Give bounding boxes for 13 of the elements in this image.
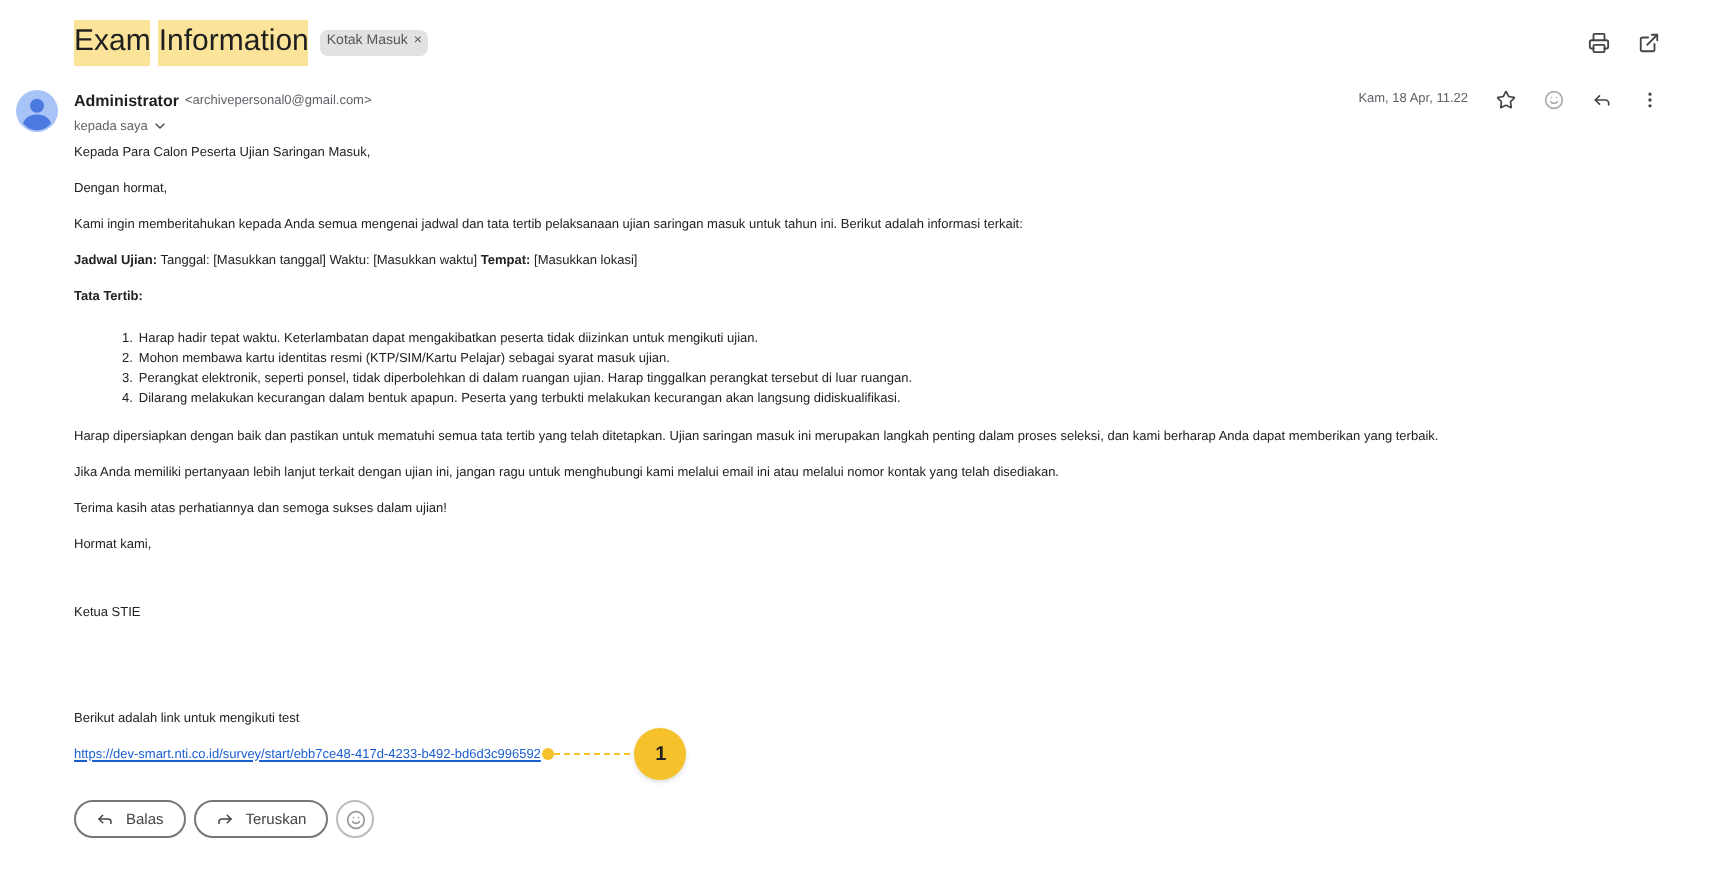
- reply-icon[interactable]: [1592, 89, 1612, 109]
- smile-icon: [345, 809, 366, 830]
- sender-name: Administrator: [74, 89, 179, 113]
- emoji-button[interactable]: [336, 800, 375, 839]
- annotation-leader-line: [542, 748, 635, 761]
- star-icon[interactable]: [1496, 89, 1516, 109]
- forward-icon: [215, 810, 234, 829]
- avatar-icon: [16, 89, 58, 131]
- reply-icon: [96, 810, 114, 829]
- new-window-icon[interactable]: [1638, 31, 1660, 54]
- annotation-marker: 1: [634, 728, 687, 781]
- print-icon[interactable]: [1588, 31, 1610, 54]
- email-subject: Exam Information: [74, 20, 309, 65]
